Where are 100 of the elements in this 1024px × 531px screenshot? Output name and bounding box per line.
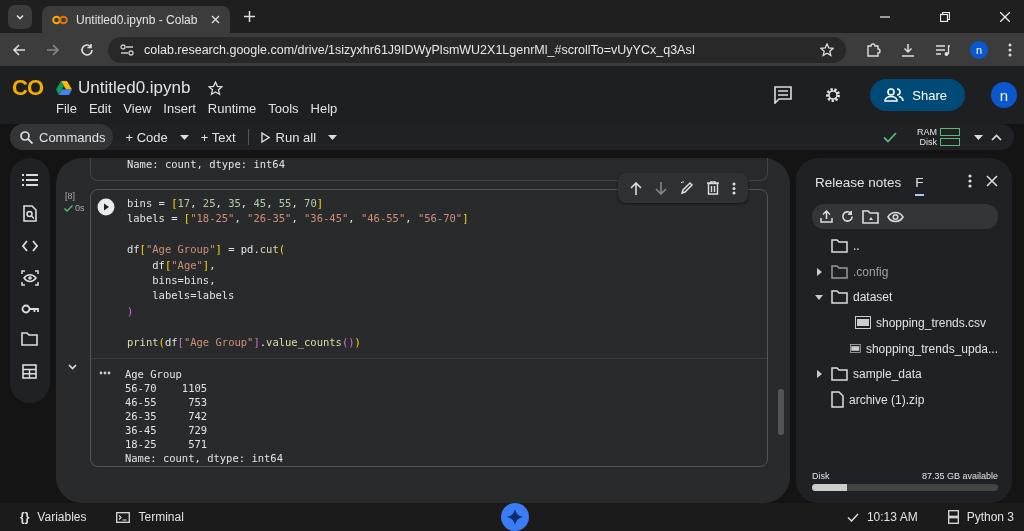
add-text-button[interactable]: + Text — [196, 124, 240, 150]
download-icon[interactable] — [901, 42, 915, 57]
terminal-button[interactable]: Terminal — [116, 510, 184, 524]
settings-icon[interactable] — [824, 86, 843, 104]
code-line: df["Age Group"] = pd.cut( — [126, 242, 286, 258]
caret-icon[interactable] — [974, 134, 983, 140]
sparkle-button-icon[interactable] — [501, 503, 530, 531]
code-line: bins=bins, — [151, 272, 216, 288]
variables-button[interactable]: {} Variables — [20, 510, 87, 524]
forward-icon[interactable] — [46, 42, 60, 57]
run-all-button[interactable]: Run all — [256, 124, 321, 150]
menu-item[interactable]: Tools — [268, 101, 299, 116]
move-down-icon[interactable] — [655, 181, 667, 195]
disk-available: 87.35 GB available — [921, 471, 998, 481]
restore-icon[interactable] — [940, 11, 950, 22]
drive-folder-icon[interactable] — [862, 209, 879, 224]
disk-label: Disk — [812, 471, 830, 481]
search-icon — [20, 130, 33, 144]
output-line: Age Group — [124, 367, 182, 381]
file-name[interactable]: shopping_trends.csv — [876, 315, 987, 330]
file-name[interactable]: dataset — [853, 290, 893, 305]
output-line: 56-70 1105 — [124, 381, 208, 395]
output-line: 18-25 571 — [124, 437, 208, 451]
code-line: labels = ["18-25", "26-35", "36-45", "46-55", "56-70"] — [126, 211, 469, 227]
move-up-icon[interactable] — [630, 181, 642, 195]
status-time[interactable]: 10:13 AM — [846, 510, 918, 524]
panel-tab[interactable]: Release notes — [815, 166, 902, 196]
delete-icon[interactable] — [707, 181, 719, 195]
eye-icon[interactable] — [887, 210, 904, 223]
eye-icon[interactable] — [20, 270, 39, 286]
star-icon[interactable] — [208, 80, 224, 96]
notebook-title[interactable]: Untitled0.ipynb — [78, 78, 191, 98]
code-line: bins = [17, 25, 35, 45, 55, 70] — [126, 196, 324, 211]
run-cell-icon[interactable] — [96, 198, 115, 216]
find-icon[interactable] — [22, 205, 37, 222]
output-line: 46-55 753 — [124, 395, 208, 409]
star-icon[interactable] — [820, 42, 834, 57]
add-code-button[interactable]: + Code — [121, 124, 172, 150]
tab-list-button[interactable] — [8, 4, 32, 29]
media-icon[interactable] — [935, 42, 950, 57]
folder-icon[interactable] — [21, 332, 39, 346]
edit-icon[interactable] — [680, 181, 694, 195]
file-name[interactable]: .config — [853, 264, 889, 279]
code-icon[interactable] — [21, 240, 38, 252]
code-line: labels=labels — [151, 288, 235, 304]
close-icon[interactable] — [986, 175, 998, 187]
close-icon[interactable] — [211, 15, 220, 24]
menu-item[interactable]: View — [123, 101, 152, 116]
output-line: Name: count, dtype: int64 — [124, 451, 283, 465]
menu-item[interactable]: Help — [310, 101, 338, 116]
caret-icon[interactable] — [328, 134, 338, 140]
menu-icon[interactable] — [1008, 42, 1012, 57]
upload-icon[interactable] — [820, 210, 833, 223]
file-name[interactable]: .. — [853, 238, 860, 253]
check-icon — [846, 512, 859, 522]
browser-tab[interactable]: Untitled0.ipynb - Colab — [42, 6, 230, 33]
expand-arrow-icon[interactable] — [816, 370, 822, 379]
commands-button[interactable]: Commands — [10, 124, 114, 150]
folder-icon — [831, 238, 848, 253]
code-cell[interactable] — [89, 189, 768, 467]
folder-icon — [831, 264, 848, 279]
more-icon[interactable] — [732, 181, 736, 195]
menu-item[interactable]: Insert — [163, 101, 196, 116]
panel-tab[interactable]: F — [915, 166, 924, 196]
collapse-icon[interactable] — [991, 133, 1002, 141]
key-icon[interactable] — [20, 304, 39, 314]
address-field[interactable]: colab.research.google.com/drive/1sizyxhr61J9IDWyPlsmWU2X1LgenrMl_#scrollTo=vUyYCx_q3AsI — [108, 36, 846, 63]
comment-icon[interactable] — [774, 86, 793, 104]
runtime-button[interactable]: Python 3 — [947, 510, 1014, 524]
execution-count: [8] — [64, 191, 75, 201]
output-line: 36-45 729 — [124, 423, 208, 437]
caret-icon[interactable] — [179, 134, 189, 140]
resources-indicator[interactable]: RAM Disk — [917, 127, 960, 147]
file-name[interactable]: archive (1).zip — [849, 392, 925, 407]
profile-avatar[interactable]: n — [970, 40, 988, 59]
menu-item[interactable]: Edit — [88, 101, 112, 116]
expand-arrow-icon[interactable] — [816, 267, 822, 276]
more-icon[interactable] — [968, 174, 972, 188]
menu-item[interactable]: File — [56, 101, 77, 116]
table-of-contents-icon[interactable] — [21, 173, 38, 187]
back-icon[interactable] — [12, 42, 26, 57]
code-line: ) — [126, 303, 134, 319]
file-name[interactable]: shopping_trends_upda... — [865, 341, 998, 356]
file-name[interactable]: sample_data — [853, 367, 922, 382]
account-avatar[interactable]: n — [991, 82, 1017, 108]
reload-icon[interactable] — [80, 42, 94, 57]
folder-icon — [831, 367, 848, 382]
refresh-icon[interactable] — [841, 210, 854, 223]
new-tab-icon[interactable] — [244, 11, 255, 22]
folder-icon — [831, 290, 848, 305]
colab-logo[interactable]: CO — [12, 75, 46, 101]
table-icon[interactable] — [22, 364, 38, 379]
collapse-arrow-icon[interactable] — [815, 294, 823, 300]
menu-item[interactable]: Runtime — [207, 101, 257, 116]
close-icon[interactable] — [1000, 11, 1010, 22]
scrollbar-thumb[interactable] — [778, 389, 784, 435]
csv-file-icon — [855, 316, 871, 330]
puzzle-icon[interactable] — [866, 42, 881, 57]
collapse-icon[interactable] — [67, 364, 77, 370]
share-button[interactable]: Share — [870, 79, 965, 111]
